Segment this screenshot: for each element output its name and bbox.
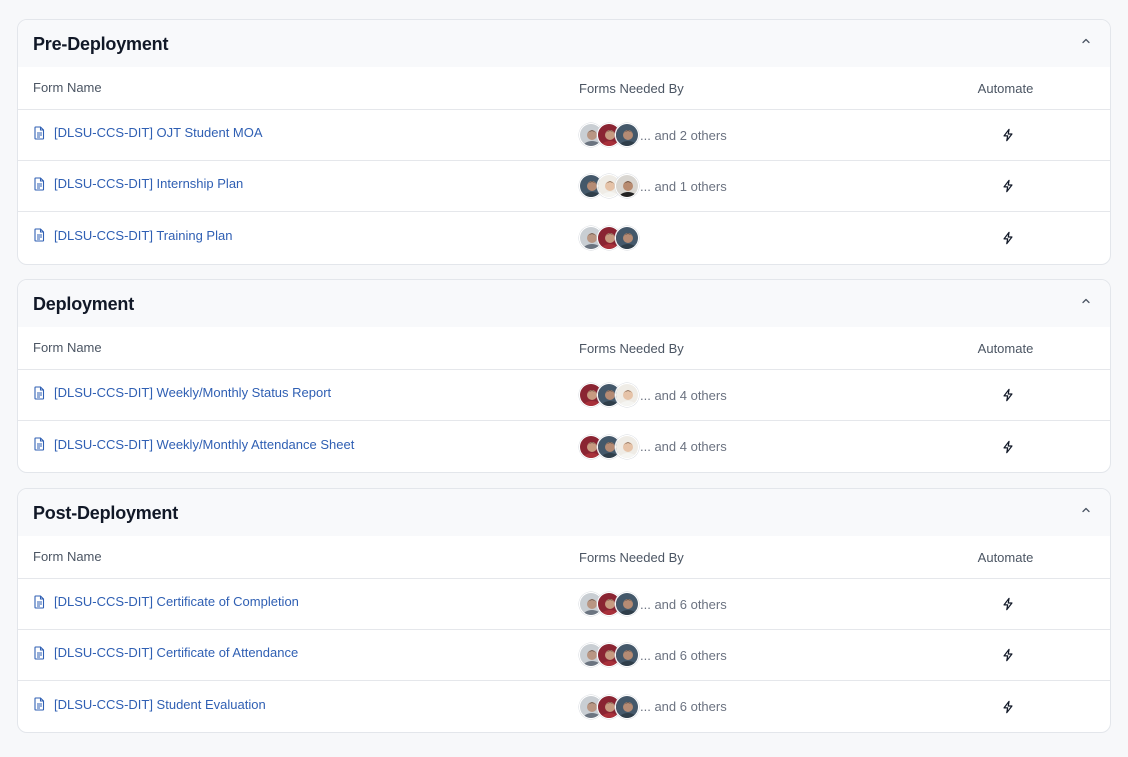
- table-row: [DLSU-CCS-DIT] Certificate of Attendance…: [18, 630, 1110, 681]
- section-title: Deployment: [33, 293, 135, 314]
- form-name: [DLSU-CCS-DIT] Weekly/Monthly Status Rep…: [54, 385, 332, 401]
- lightning-bolt-icon[interactable]: [1000, 230, 1016, 246]
- table-header: Form Name Forms Needed By Automate: [18, 536, 1110, 579]
- form-link[interactable]: [DLSU-CCS-DIT] Weekly/Monthly Attendance…: [33, 437, 354, 452]
- document-icon: [33, 437, 46, 451]
- section-header: Post-Deployment: [18, 489, 1110, 536]
- form-link[interactable]: [DLSU-CCS-DIT] Training Plan: [33, 228, 232, 243]
- chevron-up-icon[interactable]: [1078, 33, 1094, 49]
- column-header-automate: Automate: [977, 80, 1034, 96]
- form-name: [DLSU-CCS-DIT] Student Evaluation: [54, 696, 266, 712]
- avatar: [615, 225, 639, 250]
- section-header: Deployment: [18, 280, 1110, 327]
- forms-page: Pre-Deployment Form Name Forms Needed By Au…: [0, 0, 1128, 757]
- avatar: [615, 694, 639, 719]
- table-row: [DLSU-CCS-DIT] Certificate of Completion…: [18, 579, 1110, 630]
- column-header-automate: Automate: [977, 549, 1034, 565]
- section-title: Pre-Deployment: [33, 33, 169, 54]
- section-pre-deployment: Pre-Deployment Form Name Forms Needed By Au…: [17, 19, 1111, 265]
- avatar: [615, 123, 639, 147]
- column-header-automate: Automate: [977, 340, 1034, 356]
- avatar: [615, 434, 639, 459]
- avatar-group: [579, 174, 639, 198]
- avatar: [615, 174, 639, 198]
- document-icon: [33, 228, 46, 242]
- table-row: [DLSU-CCS-DIT] Training Plan: [18, 212, 1110, 263]
- column-header-form-name: Form Name: [33, 80, 102, 95]
- section-header: Pre-Deployment: [18, 20, 1110, 67]
- avatar-group: [579, 225, 639, 250]
- others-count: ... and 1 others: [640, 178, 727, 194]
- form-name: [DLSU-CCS-DIT] Certificate of Completion: [54, 594, 299, 610]
- table-row: [DLSU-CCS-DIT] Internship Plan ... and 1 …: [18, 161, 1110, 212]
- document-icon: [33, 697, 46, 711]
- avatar-group: [579, 434, 639, 459]
- table-row: [DLSU-CCS-DIT] Weekly/Monthly Status Rep…: [18, 370, 1110, 421]
- form-name: [DLSU-CCS-DIT] OJT Student MOA: [54, 125, 263, 141]
- table-row: [DLSU-CCS-DIT] Student Evaluation ... and…: [18, 681, 1110, 732]
- form-link[interactable]: [DLSU-CCS-DIT] Student Evaluation: [33, 697, 266, 712]
- avatar-group: [579, 592, 639, 616]
- column-header-form-name: Form Name: [33, 340, 102, 355]
- form-name: [DLSU-CCS-DIT] Training Plan: [54, 227, 233, 243]
- avatar: [615, 383, 639, 407]
- others-count: ... and 2 others: [640, 127, 727, 143]
- table-row: [DLSU-CCS-DIT] OJT Student MOA ... and 2 …: [18, 110, 1110, 161]
- lightning-bolt-icon[interactable]: [1000, 127, 1016, 143]
- document-icon: [33, 386, 46, 400]
- document-icon: [33, 126, 46, 140]
- avatar: [615, 592, 639, 616]
- avatar-group: [579, 123, 639, 147]
- others-count: ... and 4 others: [640, 439, 727, 454]
- avatar: [615, 643, 639, 667]
- document-icon: [33, 646, 46, 660]
- others-count: ... and 6 others: [640, 596, 727, 612]
- chevron-up-icon[interactable]: [1078, 293, 1094, 309]
- lightning-bolt-icon[interactable]: [1000, 596, 1016, 612]
- form-link[interactable]: [DLSU-CCS-DIT] OJT Student MOA: [33, 125, 263, 140]
- chevron-up-icon[interactable]: [1078, 502, 1094, 518]
- avatar-group: [579, 383, 639, 407]
- column-header-needed-by: Forms Needed By: [579, 549, 684, 565]
- table-row: [DLSU-CCS-DIT] Weekly/Monthly Attendance…: [18, 421, 1110, 472]
- form-link[interactable]: [DLSU-CCS-DIT] Weekly/Monthly Status Rep…: [33, 385, 331, 400]
- column-header-form-name: Form Name: [33, 549, 102, 564]
- document-icon: [33, 177, 46, 191]
- lightning-bolt-icon[interactable]: [1000, 699, 1016, 715]
- column-header-needed-by: Forms Needed By: [579, 340, 684, 356]
- others-count: ... and 6 others: [640, 699, 727, 714]
- avatar-group: [579, 694, 639, 719]
- form-name: [DLSU-CCS-DIT] Weekly/Monthly Attendance…: [54, 436, 355, 452]
- form-name: [DLSU-CCS-DIT] Internship Plan: [54, 176, 244, 192]
- column-header-needed-by: Forms Needed By: [579, 80, 684, 96]
- others-count: ... and 4 others: [640, 387, 727, 403]
- section-deployment: Deployment Form Name Forms Needed By Automa…: [17, 279, 1111, 473]
- avatar-group: [579, 643, 639, 667]
- section-post-deployment: Post-Deployment Form Name Forms Needed By A…: [17, 488, 1111, 733]
- lightning-bolt-icon[interactable]: [1000, 647, 1016, 663]
- lightning-bolt-icon[interactable]: [1000, 439, 1016, 455]
- lightning-bolt-icon[interactable]: [1000, 387, 1016, 403]
- form-link[interactable]: [DLSU-CCS-DIT] Certificate of Completion: [33, 594, 299, 609]
- lightning-bolt-icon[interactable]: [1000, 178, 1016, 194]
- form-link[interactable]: [DLSU-CCS-DIT] Certificate of Attendance: [33, 645, 298, 660]
- document-icon: [33, 595, 46, 609]
- form-name: [DLSU-CCS-DIT] Certificate of Attendance: [54, 645, 299, 661]
- form-link[interactable]: [DLSU-CCS-DIT] Internship Plan: [33, 176, 243, 191]
- others-count: ... and 6 others: [640, 647, 727, 663]
- section-title: Post-Deployment: [33, 502, 179, 523]
- table-header: Form Name Forms Needed By Automate: [18, 67, 1110, 110]
- table-header: Form Name Forms Needed By Automate: [18, 327, 1110, 370]
